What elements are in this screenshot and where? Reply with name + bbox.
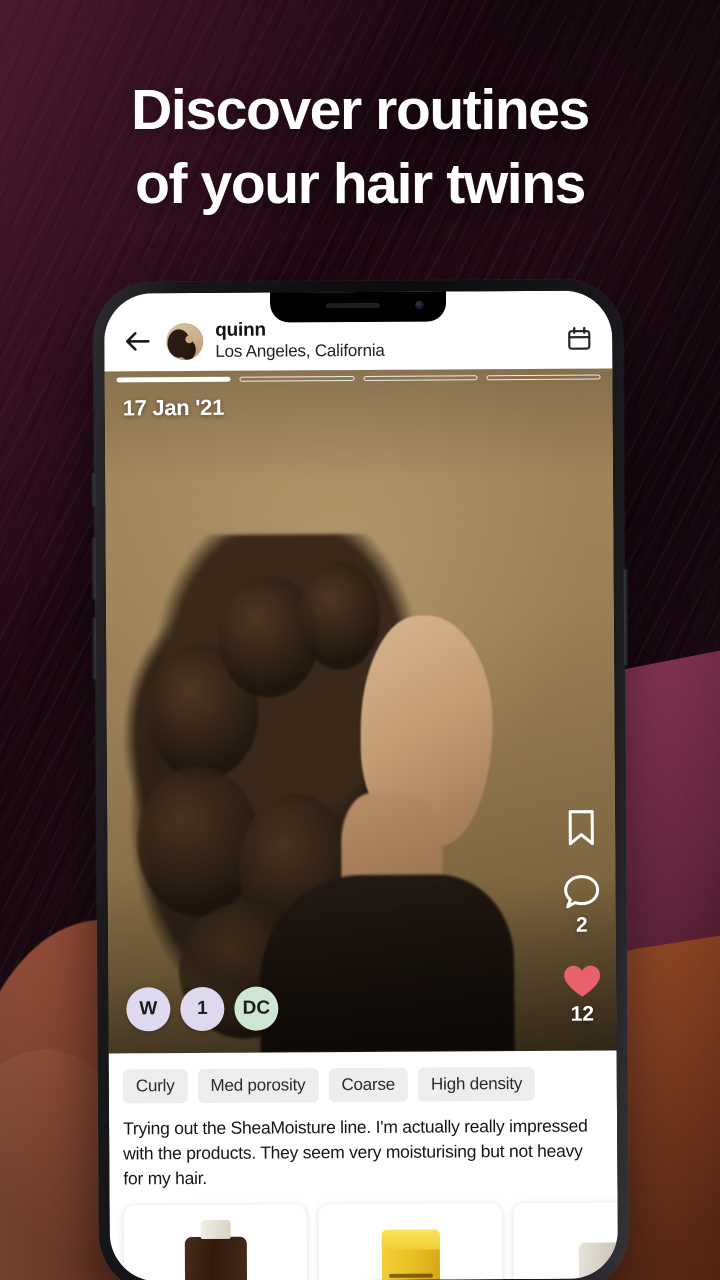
product-card-shea-moisture[interactable] [123,1204,308,1280]
heart-icon [564,965,601,997]
detail-sheet: Curly Med porosity Coarse High density T… [108,1050,619,1280]
phone-mockup: quinn Los Angeles, California 17 Jan '21… [91,279,630,1280]
arrow-left-icon [125,332,150,351]
product-image [514,1202,619,1280]
photo-vignette [104,368,617,1054]
routine-badge-step[interactable]: 1 [180,986,225,1032]
like-button[interactable]: 12 [562,964,602,1027]
like-count: 12 [570,1002,595,1026]
third-product-icon [578,1242,619,1280]
calendar-button[interactable] [562,322,596,356]
volume-up-button[interactable] [91,537,96,600]
post-caption: Trying out the SheaMoisture line. I'm ac… [123,1115,588,1189]
avatar[interactable] [166,322,204,360]
story-date: 17 Jan '21 [122,394,225,421]
routine-badge-dc[interactable]: DC [234,986,279,1031]
phone-notch [269,291,447,323]
chip-high-density[interactable]: High density [417,1066,536,1102]
volume-down-button[interactable] [91,617,97,680]
routine-badges: W 1 DC [126,986,279,1032]
routine-badge-wash[interactable]: W [126,987,171,1032]
tube-text-lines [388,1273,433,1278]
story-progress-segment-1[interactable] [116,376,231,383]
hair-attribute-chips: Curly Med porosity Coarse High density [109,1066,617,1104]
comment-button[interactable]: 2 [563,873,601,938]
comment-icon [564,875,600,909]
chip-curly[interactable]: Curly [122,1069,188,1104]
product-list [109,1188,619,1280]
bookmark-icon [568,810,594,846]
chip-med-porosity[interactable]: Med porosity [197,1068,319,1104]
bookmark-button[interactable] [564,809,598,847]
story-photo[interactable]: 17 Jan '21 2 12 W 1 DC [104,368,617,1054]
location: Los Angeles, California [215,340,385,361]
story-progress-segment-4[interactable] [486,374,601,381]
product-card-third[interactable] [513,1202,619,1280]
calendar-icon [568,326,591,350]
product-card-coconut-oil[interactable] [318,1203,503,1280]
back-button[interactable] [120,324,154,358]
profile-info: quinn Los Angeles, California [215,319,550,361]
avatar-portrait [166,322,204,360]
comment-count: 2 [575,913,588,937]
product-image [124,1204,308,1280]
tube-top [381,1229,440,1250]
chip-coarse[interactable]: Coarse [328,1067,409,1103]
headline-line-1: Discover routines [131,78,590,142]
front-camera [415,300,425,310]
bottle-cap [200,1219,231,1240]
username: quinn [215,319,266,342]
product-image [319,1203,503,1280]
shea-moisture-bottle-icon [184,1219,247,1280]
action-rail: 2 12 [561,809,602,1027]
headline-line-2: of your hair twins [135,151,586,216]
coconut-oil-tube-icon [381,1229,440,1280]
story-progress-segment-2[interactable] [239,376,355,382]
story-progress-segment-3[interactable] [362,375,478,381]
mute-switch[interactable] [91,472,96,507]
power-button[interactable] [623,569,629,666]
earpiece-speaker [325,302,380,309]
phone-screen: quinn Los Angeles, California 17 Jan '21… [103,290,619,1280]
headline: Discover routines of your hair twins [0,74,720,221]
